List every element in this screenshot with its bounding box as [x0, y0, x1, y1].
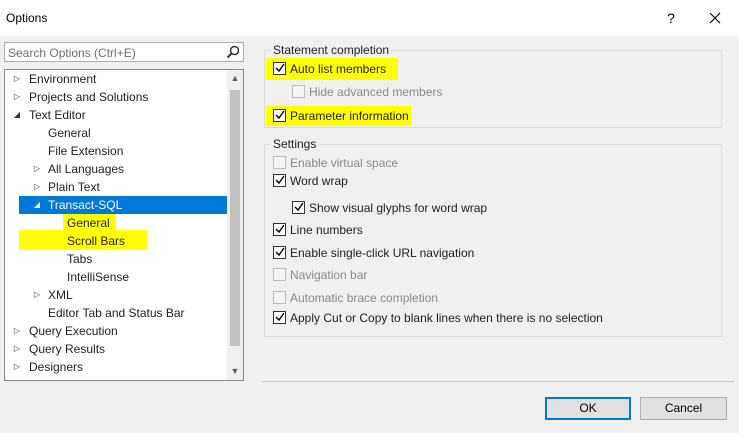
- tree-item-tabs[interactable]: Tabs: [5, 250, 227, 268]
- line-numbers-label: Line numbers: [290, 223, 363, 237]
- footer-separator: [262, 381, 734, 382]
- tree-scrollbar[interactable]: ▲ ▼: [227, 70, 243, 380]
- checkmark-icon: [275, 63, 285, 73]
- tree-item-tsql-general[interactable]: General: [5, 214, 227, 232]
- checkmark-icon: [275, 175, 285, 185]
- expanded-arrow-icon[interactable]: ◢: [31, 196, 43, 214]
- help-button[interactable]: ?: [658, 6, 684, 30]
- line-numbers-checkbox[interactable]: [273, 223, 286, 236]
- parameter-information-label: Parameter information: [290, 109, 409, 123]
- search-box[interactable]: [4, 42, 244, 62]
- tree-item-query-results[interactable]: ▷ Query Results: [5, 340, 227, 358]
- tree-item-xml[interactable]: ▷ XML: [5, 286, 227, 304]
- dialog-client-area: ▷ Environment ▷ Projects and Solutions ◢…: [0, 36, 739, 433]
- tree-item-query-execution[interactable]: ▷ Query Execution: [5, 322, 227, 340]
- tree-item-file-extension[interactable]: File Extension: [5, 142, 227, 160]
- scroll-up-arrow-icon[interactable]: ▲: [227, 70, 243, 87]
- collapsed-arrow-icon[interactable]: ▷: [31, 286, 43, 304]
- apply-cut-copy-label: Apply Cut or Copy to blank lines when th…: [290, 311, 603, 325]
- single-click-url-label: Enable single-click URL navigation: [290, 246, 475, 260]
- search-icon[interactable]: [225, 44, 241, 60]
- close-icon: [709, 12, 721, 24]
- statement-completion-title: Statement completion: [271, 43, 392, 57]
- single-click-url-checkbox[interactable]: [273, 246, 286, 259]
- title-bar: Options ?: [0, 0, 739, 36]
- scroll-down-arrow-icon[interactable]: ▼: [227, 363, 243, 380]
- apply-cut-copy-checkbox[interactable]: [273, 311, 286, 324]
- collapsed-arrow-icon[interactable]: ▷: [11, 70, 23, 88]
- navigation-bar-label: Navigation bar: [290, 268, 368, 282]
- show-visual-glyphs-checkbox[interactable]: [292, 201, 305, 214]
- hide-advanced-members-checkbox[interactable]: [292, 85, 305, 98]
- collapsed-arrow-icon[interactable]: ▷: [31, 160, 43, 178]
- automatic-brace-completion-label: Automatic brace completion: [290, 291, 439, 305]
- navigation-bar-checkbox[interactable]: [273, 268, 286, 281]
- tree-item-intellisense[interactable]: IntelliSense: [5, 268, 227, 286]
- tree-item-scroll-bars[interactable]: Scroll Bars: [5, 232, 227, 250]
- enable-virtual-space-checkbox[interactable]: [273, 156, 286, 169]
- tree-item-projects-and-solutions[interactable]: ▷ Projects and Solutions: [5, 88, 227, 106]
- tree-item-plain-text[interactable]: ▷ Plain Text: [5, 178, 227, 196]
- tree-item-all-languages[interactable]: ▷ All Languages: [5, 160, 227, 178]
- tree-item-general[interactable]: General: [5, 124, 227, 142]
- word-wrap-checkbox[interactable]: [273, 174, 286, 187]
- checkmark-icon: [275, 110, 285, 120]
- scroll-thumb[interactable]: [230, 90, 240, 346]
- close-button[interactable]: [702, 6, 728, 30]
- checkmark-icon: [294, 202, 304, 212]
- collapsed-arrow-icon[interactable]: ▷: [11, 340, 23, 358]
- cancel-button[interactable]: Cancel: [640, 397, 727, 420]
- window-title: Options: [6, 11, 48, 25]
- settings-title: Settings: [271, 137, 319, 151]
- word-wrap-label: Word wrap: [290, 174, 348, 188]
- collapsed-arrow-icon[interactable]: ▷: [11, 358, 23, 376]
- tree-item-designers[interactable]: ▷ Designers: [5, 358, 227, 376]
- collapsed-arrow-icon[interactable]: ▷: [11, 322, 23, 340]
- automatic-brace-completion-checkbox[interactable]: [273, 291, 286, 304]
- show-visual-glyphs-label: Show visual glyphs for word wrap: [309, 201, 488, 215]
- parameter-information-checkbox[interactable]: [273, 109, 286, 122]
- auto-list-members-checkbox[interactable]: [273, 62, 286, 75]
- options-tree[interactable]: ▷ Environment ▷ Projects and Solutions ◢…: [4, 69, 244, 381]
- expanded-arrow-icon[interactable]: ◢: [11, 106, 23, 124]
- auto-list-members-label: Auto list members: [290, 62, 387, 76]
- hide-advanced-members-label: Hide advanced members: [309, 85, 443, 99]
- checkmark-icon: [275, 312, 285, 322]
- tree-item-transact-sql[interactable]: ◢ Transact-SQL: [19, 196, 227, 214]
- ok-button[interactable]: OK: [545, 397, 631, 420]
- collapsed-arrow-icon[interactable]: ▷: [11, 88, 23, 106]
- tree-item-editor-tab-status-bar[interactable]: Editor Tab and Status Bar: [5, 304, 227, 322]
- checkmark-icon: [275, 224, 285, 234]
- enable-virtual-space-label: Enable virtual space: [290, 156, 399, 170]
- search-input[interactable]: [8, 45, 222, 60]
- collapsed-arrow-icon[interactable]: ▷: [31, 178, 43, 196]
- tree-item-text-editor[interactable]: ◢ Text Editor: [5, 106, 227, 124]
- tree-item-environment[interactable]: ▷ Environment: [5, 70, 227, 88]
- checkmark-icon: [275, 247, 285, 257]
